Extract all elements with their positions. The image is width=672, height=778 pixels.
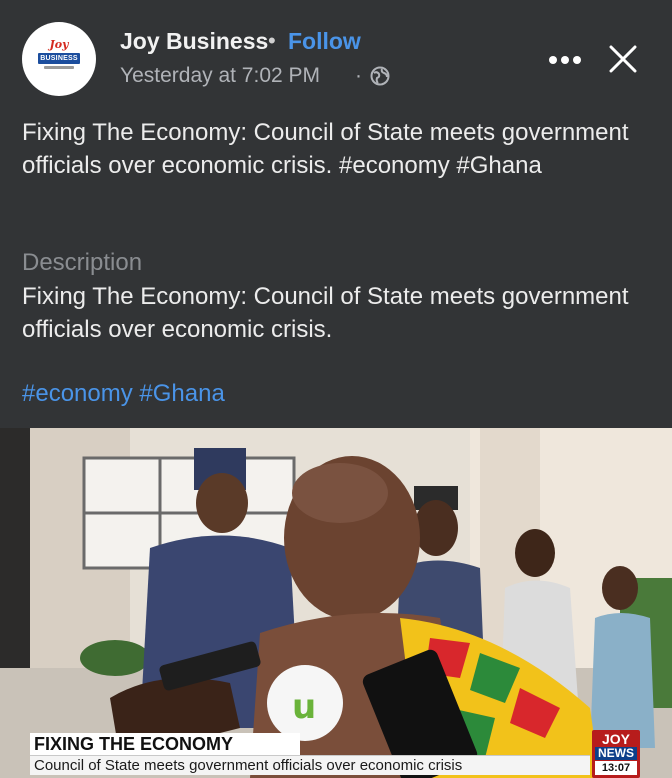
lower-third-banner: FIXING THE ECONOMY Council of State meet… xyxy=(30,733,590,775)
avatar-logo-text: Joy xyxy=(49,38,69,51)
channel-logo-line2: NEWS xyxy=(595,747,637,760)
avatar-logo-tagline xyxy=(44,66,74,69)
lower-third-subtitle: Council of State meets government offici… xyxy=(30,755,590,775)
page-avatar[interactable]: Joy BUSINESS xyxy=(22,22,96,96)
more-options-icon[interactable] xyxy=(548,54,582,66)
globe-icon xyxy=(370,66,390,86)
hashtag-links[interactable]: #economy #Ghana xyxy=(22,377,225,410)
svg-text:u: u xyxy=(292,687,316,727)
post-timestamp[interactable]: Yesterday at 7:02 PM xyxy=(120,64,320,88)
channel-logo-line1: JOY xyxy=(601,731,630,747)
post-header: Joy BUSINESS Joy Business • Follow Yeste… xyxy=(0,0,672,100)
channel-logo: JOY NEWS 13:07 xyxy=(592,730,640,778)
description-label: Description xyxy=(22,249,143,276)
channel-clock: 13:07 xyxy=(595,761,637,775)
follow-button[interactable]: Follow xyxy=(288,28,361,55)
timestamp-separator: · xyxy=(355,64,362,87)
video-thumbnail[interactable]: u FIXING THE ECONOMY Council of State me… xyxy=(0,428,672,778)
post-caption: Fixing The Economy: Council of State mee… xyxy=(22,119,629,179)
page-name[interactable]: Joy Business xyxy=(120,28,268,55)
lower-third-title: FIXING THE ECONOMY xyxy=(30,733,300,755)
avatar-logo-subtext: BUSINESS xyxy=(38,53,80,64)
close-icon[interactable] xyxy=(608,44,638,74)
description-text: Fixing The Economy: Council of State mee… xyxy=(22,283,629,343)
name-separator: • xyxy=(268,28,276,53)
scene-illustration: u xyxy=(0,428,672,778)
